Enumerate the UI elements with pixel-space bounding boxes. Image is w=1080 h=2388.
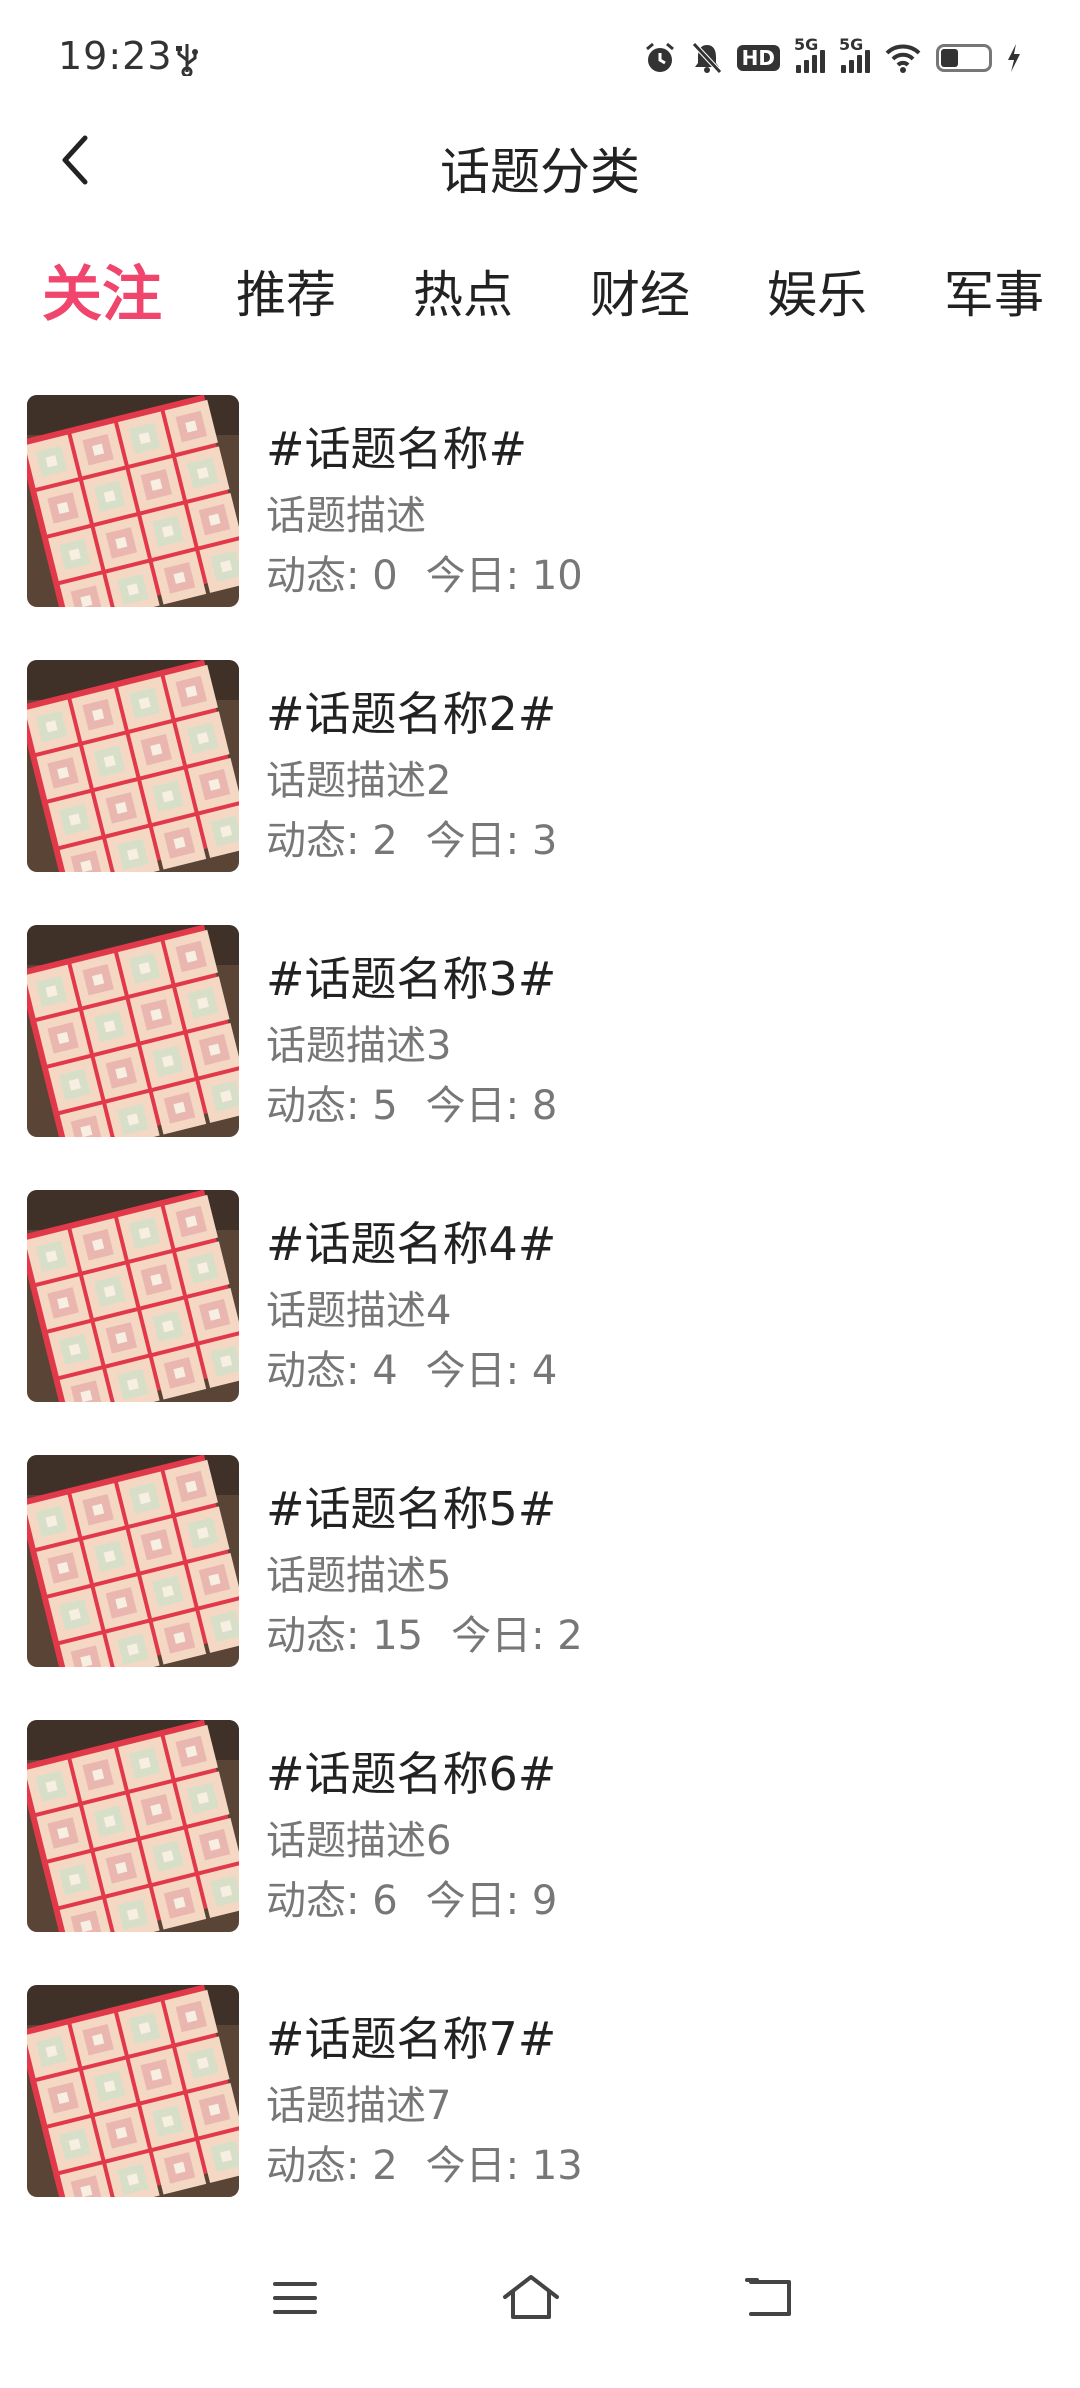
tab-finance[interactable]: 财经 (590, 245, 690, 345)
topic-name: #话题名称# (266, 422, 528, 476)
menu-icon (273, 2282, 317, 2314)
topic-today-count: 今日: 10 (425, 553, 583, 599)
usb-icon (176, 44, 198, 76)
status-time: 19:23 (58, 34, 173, 78)
nav-menu-button[interactable] (250, 2258, 340, 2338)
topic-list: #话题名称# 话题描述 动态: 0 今日: 10 #话题名称2# 话题描述2 动态… (0, 393, 1080, 2248)
screen: 19:23 HD 5G 5G 话题分类 关注 推荐 热点 财经 娱乐 军事 #话… (0, 0, 1080, 2388)
topic-stats: 动态: 4 今日: 4 (266, 1338, 557, 1396)
topic-stats: 动态: 2 今日: 3 (266, 808, 557, 866)
category-tabs: 关注 推荐 热点 财经 娱乐 军事 (0, 245, 1080, 345)
topic-dynamic-count: 动态: 5 (266, 1083, 398, 1129)
topic-thumbnail (27, 660, 239, 872)
nav-home-button[interactable] (486, 2258, 576, 2338)
topic-thumbnail (27, 1985, 239, 2197)
topic-today-count: 今日: 3 (425, 818, 558, 864)
topic-dynamic-count: 动态: 2 (266, 818, 398, 864)
signal-icon-1: 5G (794, 35, 825, 73)
topic-list-item[interactable]: #话题名称4# 话题描述4 动态: 4 今日: 4 (0, 1188, 1080, 1453)
topic-name: #话题名称7# (266, 2012, 557, 2066)
signal-label-2: 5G (839, 35, 864, 54)
topic-thumbnail (27, 1720, 239, 1932)
topic-list-item[interactable]: #话题名称2# 话题描述2 动态: 2 今日: 3 (0, 658, 1080, 923)
topic-today-count: 今日: 8 (425, 1083, 558, 1129)
tab-entertainment[interactable]: 娱乐 (767, 245, 867, 345)
header: 话题分类 (0, 120, 1080, 201)
topic-list-item[interactable]: #话题名称5# 话题描述5 动态: 15 今日: 2 (0, 1453, 1080, 1718)
topic-name: #话题名称3# (266, 952, 557, 1006)
topic-dynamic-count: 动态: 6 (266, 1878, 398, 1924)
topic-stats: 动态: 6 今日: 9 (266, 1868, 557, 1926)
hd-icon: HD (736, 45, 780, 71)
system-nav-bar (0, 2240, 1080, 2360)
topic-description: 话题描述6 (266, 1818, 452, 1864)
signal-label-1: 5G (794, 35, 819, 54)
topic-thumbnail (27, 1455, 239, 1667)
topic-stats: 动态: 2 今日: 13 (266, 2133, 583, 2191)
topic-stats: 动态: 15 今日: 2 (266, 1603, 583, 1661)
signal-icon-2: 5G (839, 35, 870, 73)
mute-icon (691, 42, 722, 74)
topic-name: #话题名称2# (266, 687, 557, 741)
status-bar: 19:23 HD 5G 5G (0, 0, 1080, 120)
nav-back-button[interactable] (724, 2258, 814, 2338)
charging-icon (1008, 44, 1020, 72)
topic-dynamic-count: 动态: 2 (266, 2143, 398, 2189)
alarm-icon (645, 42, 674, 72)
topic-list-item[interactable]: #话题名称7# 话题描述7 动态: 2 今日: 13 (0, 1983, 1080, 2248)
topic-thumbnail (27, 1190, 239, 1402)
page-title: 话题分类 (440, 143, 640, 201)
topic-description: 话题描述4 (266, 1288, 452, 1334)
tab-recommended[interactable]: 推荐 (236, 245, 336, 345)
topic-description: 话题描述 (266, 493, 426, 539)
topic-dynamic-count: 动态: 15 (266, 1613, 424, 1659)
topic-name: #话题名称4# (266, 1217, 557, 1271)
topic-stats: 动态: 0 今日: 10 (266, 543, 583, 601)
topic-dynamic-count: 动态: 4 (266, 1348, 398, 1394)
wifi-icon (885, 44, 921, 73)
home-icon (503, 2275, 559, 2319)
topic-list-item[interactable]: #话题名称3# 话题描述3 动态: 5 今日: 8 (0, 923, 1080, 1188)
topic-today-count: 今日: 4 (425, 1348, 558, 1394)
back-icon (745, 2278, 791, 2316)
topic-dynamic-count: 动态: 0 (266, 553, 398, 599)
topic-list-item[interactable]: #话题名称6# 话题描述6 动态: 6 今日: 9 (0, 1718, 1080, 1983)
topic-today-count: 今日: 9 (425, 1878, 558, 1924)
topic-name: #话题名称5# (266, 1482, 557, 1536)
topic-list-item[interactable]: #话题名称# 话题描述 动态: 0 今日: 10 (0, 393, 1080, 658)
topic-description: 话题描述3 (266, 1023, 452, 1069)
tab-following[interactable]: 关注 (42, 245, 162, 345)
topic-name: #话题名称6# (266, 1747, 557, 1801)
status-icons: HD 5G 5G (643, 35, 1022, 78)
topic-thumbnail (27, 925, 239, 1137)
topic-today-count: 今日: 2 (451, 1613, 583, 1659)
tab-hot[interactable]: 热点 (413, 245, 513, 345)
topic-description: 话题描述7 (266, 2083, 452, 2129)
topic-thumbnail (27, 395, 239, 607)
topic-today-count: 今日: 13 (425, 2143, 583, 2189)
tab-military[interactable]: 军事 (944, 245, 1044, 345)
topic-stats: 动态: 5 今日: 8 (266, 1073, 557, 1131)
topic-description: 话题描述5 (266, 1553, 452, 1599)
topic-description: 话题描述2 (266, 758, 452, 804)
battery-icon (936, 44, 992, 72)
